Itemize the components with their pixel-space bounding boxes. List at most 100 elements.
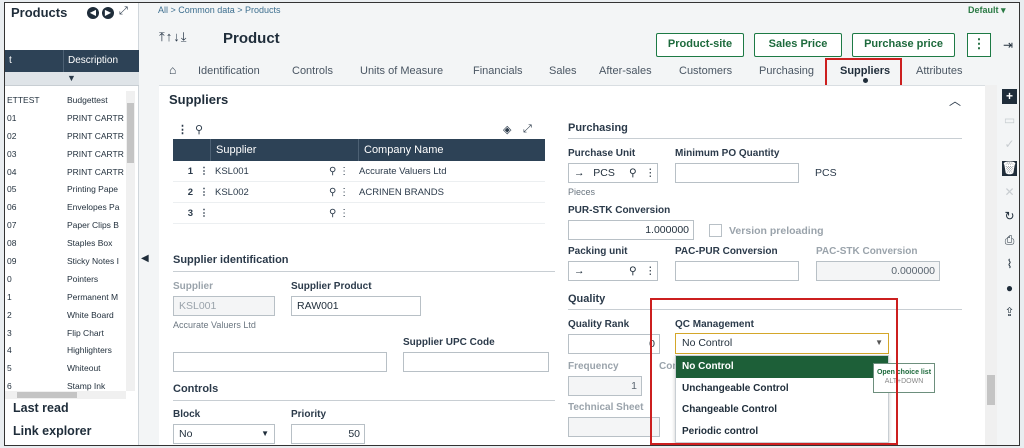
supplier-cell[interactable]: KSL001 bbox=[211, 161, 329, 181]
list-item[interactable]: 04 PRINT CARTR bbox=[5, 164, 125, 182]
tab-units-of-measure[interactable]: Units of Measure bbox=[360, 65, 443, 77]
list-item[interactable]: 4 Highlighters bbox=[5, 342, 125, 360]
supplier-cell[interactable]: KSL002 bbox=[211, 182, 329, 202]
filter-icon[interactable]: ▼ bbox=[67, 73, 76, 83]
row-menu-icon[interactable]: ⋮ bbox=[197, 203, 211, 223]
purchase-price-button[interactable]: Purchase price bbox=[852, 33, 955, 57]
row-menu-icon[interactable]: ⋮ bbox=[197, 161, 211, 181]
tab-controls[interactable]: Controls bbox=[292, 65, 333, 77]
scroll-thumb[interactable] bbox=[17, 392, 77, 398]
list-item[interactable]: 3 Flip Chart bbox=[5, 325, 125, 343]
scroll-thumb[interactable] bbox=[987, 375, 995, 405]
table-row[interactable]: 3 ⋮ ⚲ ⋮ bbox=[173, 203, 545, 224]
grid-menu-icon[interactable]: ⋮ bbox=[177, 123, 188, 136]
list-item[interactable]: 5 Whiteout bbox=[5, 360, 125, 378]
breadcrumb[interactable]: All > Common data > Products bbox=[158, 5, 281, 15]
more-actions-button[interactable]: ⋮ bbox=[967, 33, 991, 57]
share-icon[interactable]: ⇪ bbox=[1002, 305, 1017, 320]
comment-icon[interactable]: ● bbox=[1002, 281, 1017, 296]
add-icon[interactable]: + bbox=[1002, 89, 1017, 104]
version-preloading-checkbox[interactable] bbox=[709, 224, 722, 237]
delete-icon[interactable]: 🗑 bbox=[1002, 161, 1017, 176]
left-panel-vertical-scrollbar[interactable] bbox=[126, 91, 135, 391]
row-menu-icon[interactable]: ⋮ bbox=[197, 182, 211, 202]
list-item[interactable]: 0 Pointers bbox=[5, 271, 125, 289]
list-item[interactable]: 05 Printing Pape bbox=[5, 181, 125, 199]
table-row[interactable]: 2 ⋮ KSL002 ⚲ ⋮ ACRINEN BRANDS bbox=[173, 182, 545, 203]
left-panel-horizontal-scrollbar[interactable] bbox=[5, 391, 126, 399]
refresh-icon[interactable]: ↻ bbox=[1002, 209, 1017, 224]
next-icon[interactable]: ▶ bbox=[102, 7, 114, 19]
search-icon[interactable]: ⚲ bbox=[329, 166, 336, 177]
link-explorer-section[interactable]: Link explorer bbox=[13, 424, 92, 438]
layers-icon[interactable]: ◈ bbox=[503, 123, 511, 136]
packing-unit-field[interactable]: → ⚲ ⋮ bbox=[568, 261, 658, 281]
supplier-field[interactable]: KSL001 bbox=[173, 296, 275, 316]
expand-icon[interactable]: ⤢ bbox=[523, 123, 532, 136]
minimum-po-quantity-field[interactable] bbox=[675, 163, 799, 183]
list-item[interactable]: 08 Staples Box bbox=[5, 235, 125, 253]
more-icon[interactable]: ⋮ bbox=[645, 164, 656, 182]
search-icon[interactable]: ⚲ bbox=[329, 187, 336, 198]
supplier-cell[interactable] bbox=[211, 203, 329, 223]
product-site-button[interactable]: Product-site bbox=[656, 33, 744, 57]
last-read-section[interactable]: Last read bbox=[13, 401, 69, 415]
list-item[interactable]: ETTEST Budgettest bbox=[5, 92, 125, 110]
pur-stk-conversion-field[interactable]: 1.000000 bbox=[568, 220, 694, 240]
more-icon[interactable]: ⋮ bbox=[645, 262, 656, 280]
supplier-product-description-field[interactable] bbox=[173, 352, 387, 372]
arrow-right-icon[interactable]: → bbox=[574, 265, 585, 277]
column-header-supplier[interactable]: Supplier bbox=[211, 139, 359, 161]
collapse-section-icon[interactable]: ︿ bbox=[949, 92, 961, 109]
purchase-unit-field[interactable]: → PCS ⚲ ⋮ bbox=[568, 163, 658, 183]
record-navigation-icons[interactable]: ⤒↑↓⤓ bbox=[159, 29, 188, 45]
search-icon[interactable]: ⚲ bbox=[195, 123, 203, 136]
tab-customers[interactable]: Customers bbox=[679, 65, 732, 77]
list-item[interactable]: 2 White Board bbox=[5, 307, 125, 325]
supplier-upc-field[interactable] bbox=[403, 352, 549, 372]
default-selector[interactable]: Default ▾ bbox=[968, 5, 1006, 16]
priority-field[interactable]: 50 bbox=[291, 424, 365, 444]
more-icon[interactable]: ⋮ bbox=[339, 208, 349, 219]
list-item[interactable]: 01 PRINT CARTR bbox=[5, 110, 125, 128]
pac-stk-conversion-field[interactable]: 0.000000 bbox=[816, 261, 940, 281]
list-item[interactable]: 07 Paper Clips B bbox=[5, 217, 125, 235]
more-icon[interactable]: ⋮ bbox=[339, 187, 349, 198]
collapse-panel-icon[interactable]: ◀ bbox=[141, 253, 149, 264]
more-icon[interactable]: ⋮ bbox=[339, 166, 349, 177]
search-icon[interactable]: ⚲ bbox=[629, 164, 637, 182]
table-row[interactable]: 1 ⋮ KSL001 ⚲ ⋮ Accurate Valuers Ltd bbox=[173, 161, 545, 182]
tab-sales[interactable]: Sales bbox=[549, 65, 577, 77]
technical-sheet-field[interactable] bbox=[568, 417, 660, 437]
block-select[interactable]: No ▼ bbox=[173, 424, 275, 444]
scroll-thumb[interactable] bbox=[127, 103, 134, 163]
search-icon[interactable]: ⚲ bbox=[629, 262, 637, 280]
tab-after-sales[interactable]: After-sales bbox=[599, 65, 652, 77]
exit-icon[interactable]: ⇥ bbox=[1003, 38, 1013, 52]
tab-financials[interactable]: Financials bbox=[473, 65, 523, 77]
quality-rank-field[interactable]: 0 bbox=[568, 334, 660, 354]
list-item[interactable]: 02 PRINT CARTR bbox=[5, 128, 125, 146]
search-icon[interactable]: ⚲ bbox=[329, 208, 336, 219]
list-item[interactable]: 06 Envelopes Pa bbox=[5, 199, 125, 217]
content-vertical-scrollbar[interactable] bbox=[985, 85, 997, 445]
sales-price-button[interactable]: Sales Price bbox=[754, 33, 842, 57]
column-header-code[interactable]: t bbox=[5, 50, 63, 72]
tab-purchasing[interactable]: Purchasing bbox=[759, 65, 814, 77]
list-item[interactable]: 09 Sticky Notes I bbox=[5, 253, 125, 271]
list-item[interactable]: 1 Permanent M bbox=[5, 289, 125, 307]
supplier-product-field[interactable]: RAW001 bbox=[291, 296, 421, 316]
frequency-field[interactable]: 1 bbox=[568, 376, 642, 396]
attachment-icon[interactable]: ⌇ bbox=[1002, 257, 1017, 272]
arrow-right-icon[interactable]: → bbox=[574, 167, 585, 179]
home-icon[interactable]: ⌂ bbox=[169, 63, 176, 77]
print-icon[interactable]: ⎙ bbox=[1002, 233, 1017, 248]
tab-identification[interactable]: Identification bbox=[198, 65, 260, 77]
column-header-description[interactable]: Description bbox=[63, 50, 139, 72]
tab-attributes[interactable]: Attributes bbox=[916, 65, 962, 77]
column-header-company-name[interactable]: Company Name bbox=[359, 139, 545, 161]
previous-icon[interactable]: ◀ bbox=[87, 7, 99, 19]
list-item[interactable]: 03 PRINT CARTR bbox=[5, 146, 125, 164]
expand-icon[interactable]: ⤢ bbox=[119, 5, 128, 18]
pac-pur-conversion-field[interactable] bbox=[675, 261, 799, 281]
